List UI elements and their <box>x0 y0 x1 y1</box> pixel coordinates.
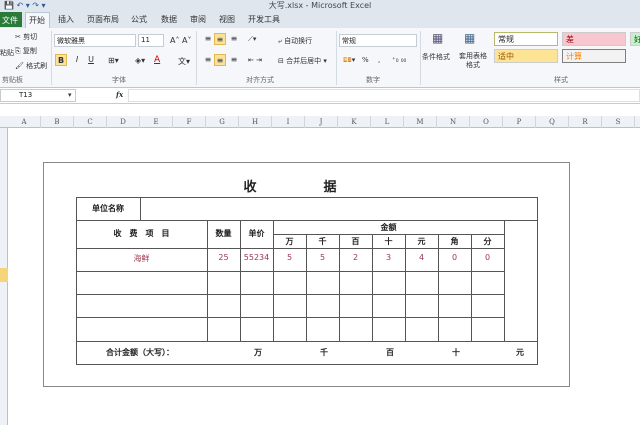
item-header[interactable]: 收 费 项 目 <box>76 228 207 239</box>
amount-digit-cell[interactable]: 0 <box>438 253 471 262</box>
table-rule <box>76 197 537 198</box>
amount-digit-cell[interactable]: 5 <box>273 253 306 262</box>
table-rule <box>76 271 504 272</box>
table-rule <box>76 197 77 364</box>
table-rule <box>140 197 141 220</box>
table-rule <box>76 220 537 221</box>
digit-header-3[interactable]: 十 <box>372 236 405 247</box>
digit-header-0[interactable]: 万 <box>273 236 306 247</box>
unit-price-cell[interactable]: 55234 <box>240 253 273 262</box>
table-rule <box>76 364 537 365</box>
total-label[interactable]: 合计金额（大写）： <box>90 347 190 358</box>
amount-header[interactable]: 金额 <box>273 222 504 233</box>
receipt-title-char[interactable]: 收 <box>240 176 260 195</box>
amount-digit-cell[interactable]: 4 <box>405 253 438 262</box>
amount-digit-cell[interactable]: 0 <box>471 253 504 262</box>
table-rule <box>372 234 373 341</box>
total-unit-0[interactable]: 万 <box>250 347 266 358</box>
receipt-title-char[interactable]: 据 <box>320 176 340 195</box>
table-rule <box>76 294 504 295</box>
total-unit-1[interactable]: 千 <box>316 347 332 358</box>
unit-price-header[interactable]: 单价 <box>240 228 273 239</box>
quantity-header[interactable]: 数量 <box>207 228 240 239</box>
table-rule <box>76 317 504 318</box>
amount-digit-cell[interactable]: 5 <box>306 253 339 262</box>
table-rule <box>471 234 472 341</box>
amount-digit-cell[interactable]: 3 <box>372 253 405 262</box>
digit-header-6[interactable]: 分 <box>471 236 504 247</box>
table-rule <box>537 197 538 365</box>
quantity-cell[interactable]: 25 <box>207 253 240 262</box>
item-cell[interactable]: 海鲜 <box>76 253 207 264</box>
digit-header-1[interactable]: 千 <box>306 236 339 247</box>
table-rule <box>306 234 307 341</box>
unit-name-label[interactable]: 单位名称 <box>78 203 138 214</box>
total-unit-4[interactable]: 元 <box>512 347 528 358</box>
table-rule <box>76 248 504 249</box>
table-rule <box>273 234 504 235</box>
amount-digit-cell[interactable]: 2 <box>339 253 372 262</box>
table-rule <box>405 234 406 341</box>
receipt: 收据单位名称收 费 项 目数量 单价 金额万千百十元角分海鲜 25 55234 5 5 2 3 4… <box>0 0 640 425</box>
table-rule <box>504 220 505 341</box>
digit-header-2[interactable]: 百 <box>339 236 372 247</box>
digit-header-4[interactable]: 元 <box>405 236 438 247</box>
total-unit-3[interactable]: 十 <box>448 347 464 358</box>
table-rule <box>438 234 439 341</box>
table-rule <box>76 341 537 342</box>
total-unit-2[interactable]: 百 <box>382 347 398 358</box>
table-rule <box>339 234 340 341</box>
digit-header-5[interactable]: 角 <box>438 236 471 247</box>
